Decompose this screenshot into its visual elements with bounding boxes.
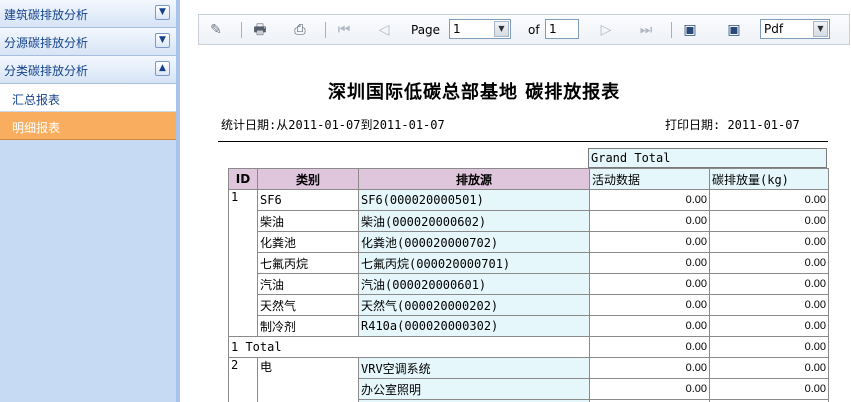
edit-icon[interactable]: ✎ bbox=[207, 22, 225, 38]
group-total-label: 1 Total bbox=[228, 336, 590, 358]
nav-group-category-carbon[interactable]: 分类碳排放分析 ▲ bbox=[0, 56, 176, 84]
activity-cell: 0.00 bbox=[589, 210, 710, 232]
group-id: 2 bbox=[228, 357, 258, 402]
sidebar-item-label: 明细报表 bbox=[12, 121, 61, 135]
group-id: 1 bbox=[228, 189, 258, 337]
nav-group-source-carbon[interactable]: 分源碳排放分析 ▼ bbox=[0, 28, 176, 56]
grand-total-header: Grand Total bbox=[588, 148, 827, 168]
chevron-down-icon[interactable]: ▼ bbox=[813, 21, 828, 37]
of-label: of bbox=[528, 23, 540, 37]
category-cell: 七氟丙烷 bbox=[257, 252, 359, 274]
next-page-icon[interactable]: ▷ bbox=[597, 22, 615, 38]
sidebar-item-summary-report[interactable]: 汇总报表 bbox=[0, 84, 176, 112]
emission-cell: 0.00 bbox=[709, 210, 829, 232]
category-cell: 制冷剂 bbox=[257, 315, 359, 337]
print-icon[interactable]: 🖶 bbox=[251, 22, 269, 38]
divider bbox=[218, 141, 828, 142]
report-toolbar: ✎ 🖶 ⎙ ⏮ ◁ Page 1 ▼ of 1 ▷ ⏭ ▣ ▣ Pdf ▼ bbox=[198, 14, 850, 45]
source-cell: 七氟丙烷(000020000701) bbox=[358, 252, 590, 274]
group-total-activity: 0.00 bbox=[589, 336, 710, 358]
table-row: 制冷剂 R410a(000020000302) 0.00 0.00 bbox=[229, 315, 829, 337]
report-title: 深圳国际低碳总部基地 碳排放报表 bbox=[328, 82, 621, 103]
emission-cell: 0.00 bbox=[709, 231, 829, 253]
activity-cell: 0.00 bbox=[589, 378, 710, 400]
activity-cell: 0.00 bbox=[589, 273, 710, 295]
export-format-value: Pdf bbox=[764, 22, 784, 36]
nav-group-label: 分源碳排放分析 bbox=[4, 36, 89, 50]
activity-cell: 0.00 bbox=[589, 189, 710, 211]
emission-cell: 0.00 bbox=[709, 315, 829, 337]
source-cell: 天然气(000020000202) bbox=[358, 294, 590, 316]
export-format-select[interactable]: Pdf ▼ bbox=[760, 19, 830, 39]
nav-group-label: 建筑碳排放分析 bbox=[4, 8, 89, 22]
activity-cell: 0.00 bbox=[589, 315, 710, 337]
page-number-value: 1 bbox=[453, 22, 461, 36]
table-row: 汽油 汽油(000020000601) 0.00 0.00 bbox=[229, 273, 829, 295]
sidebar-item-detail-report[interactable]: 明细报表 bbox=[0, 112, 176, 140]
source-cell: 柴油(000020000602) bbox=[358, 210, 590, 232]
source-cell: R410a(000020000302) bbox=[358, 315, 590, 337]
total-pages-field: 1 bbox=[545, 19, 579, 39]
category-cell: SF6 bbox=[257, 189, 359, 211]
table-row: 2 电 VRV空调系统 0.00 0.00 bbox=[228, 357, 829, 402]
source-cell: 化粪池(000020000702) bbox=[358, 231, 590, 253]
emission-cell: 0.00 bbox=[709, 294, 829, 316]
nav-group-label: 分类碳排放分析 bbox=[4, 64, 89, 78]
group-total-emission: 0.00 bbox=[709, 336, 829, 358]
first-page-icon[interactable]: ⏮ bbox=[335, 22, 353, 38]
save-icon[interactable]: ▣ bbox=[681, 22, 699, 38]
save-as-icon[interactable]: ▣ bbox=[725, 22, 743, 38]
toolbar-separator bbox=[325, 22, 326, 38]
emission-cell: 0.00 bbox=[709, 252, 829, 274]
category-cell: 汽油 bbox=[257, 273, 359, 295]
column-header-emission: 碳排放量(kg) bbox=[709, 168, 829, 190]
chevron-down-icon[interactable]: ▼ bbox=[155, 33, 170, 48]
chevron-down-icon[interactable]: ▼ bbox=[155, 5, 170, 20]
toolbar-separator bbox=[241, 22, 242, 38]
emission-cell: 0.00 bbox=[709, 357, 829, 379]
table-row: 1 SF6 SF6(000020000501) 0.00 0.00 bbox=[228, 189, 829, 337]
category-cell: 电 bbox=[257, 357, 359, 402]
activity-cell: 0.00 bbox=[589, 357, 710, 379]
sidebar: 建筑碳排放分析 ▼ 分源碳排放分析 ▼ 分类碳排放分析 ▲ 汇总报表 明细报表 bbox=[0, 0, 180, 402]
prev-page-icon[interactable]: ◁ bbox=[375, 22, 393, 38]
table-row: 七氟丙烷 七氟丙烷(000020000701) 0.00 0.00 bbox=[229, 252, 829, 274]
activity-cell: 0.00 bbox=[589, 252, 710, 274]
page-label: Page bbox=[411, 23, 441, 37]
emission-cell: 0.00 bbox=[709, 189, 829, 211]
table-row: 天然气 天然气(000020000202) 0.00 0.00 bbox=[229, 294, 829, 316]
source-cell: VRV空调系统 bbox=[358, 357, 590, 379]
nav-group-building-carbon[interactable]: 建筑碳排放分析 ▼ bbox=[0, 0, 176, 28]
source-cell: 汽油(000020000601) bbox=[358, 273, 590, 295]
category-cell: 柴油 bbox=[257, 210, 359, 232]
table-row: 化粪池 化粪池(000020000702) 0.00 0.00 bbox=[229, 231, 829, 253]
emission-cell: 0.00 bbox=[709, 273, 829, 295]
print-date: 打印日期: 2011-01-07 bbox=[665, 118, 800, 132]
export-icon[interactable]: ⎙ bbox=[291, 22, 309, 38]
last-page-icon[interactable]: ⏭ bbox=[637, 22, 655, 38]
page-number-select[interactable]: 1 ▼ bbox=[449, 19, 511, 39]
table-header-row: ID 类别 排放源 活动数据 碳排放量(kg) bbox=[228, 168, 829, 190]
category-cell: 化粪池 bbox=[257, 231, 359, 253]
table-row: 柴油 柴油(000020000602) 0.00 0.00 bbox=[229, 210, 829, 232]
group-total-row: 1 Total 0.00 0.00 bbox=[228, 336, 829, 358]
column-header-id: ID bbox=[228, 168, 258, 190]
category-cell: 天然气 bbox=[257, 294, 359, 316]
toolbar-separator bbox=[671, 22, 672, 38]
statistics-date-range: 统计日期:从2011-01-07到2011-01-07 bbox=[221, 118, 445, 132]
column-header-activity: 活动数据 bbox=[589, 168, 710, 190]
column-header-source: 排放源 bbox=[358, 168, 590, 190]
emission-cell: 0.00 bbox=[709, 378, 829, 400]
emission-detail-table: ID 类别 排放源 活动数据 碳排放量(kg) 1 SF6 SF6(000020… bbox=[228, 168, 829, 402]
column-header-category: 类别 bbox=[257, 168, 359, 190]
sidebar-item-label: 汇总报表 bbox=[12, 93, 61, 107]
source-cell: 办公室照明 bbox=[358, 378, 590, 400]
activity-cell: 0.00 bbox=[589, 231, 710, 253]
activity-cell: 0.00 bbox=[589, 294, 710, 316]
chevron-up-icon[interactable]: ▲ bbox=[155, 61, 170, 76]
source-cell: SF6(000020000501) bbox=[358, 189, 590, 211]
chevron-down-icon[interactable]: ▼ bbox=[494, 21, 509, 37]
total-pages-value: 1 bbox=[549, 22, 557, 36]
